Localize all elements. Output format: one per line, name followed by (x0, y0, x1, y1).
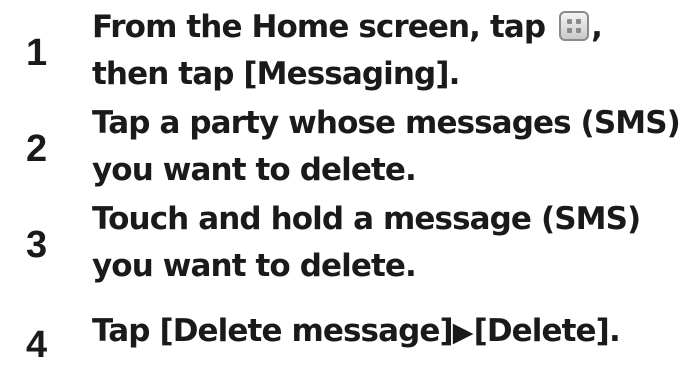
apps-grid-glyph (567, 19, 582, 33)
step-number: 2 (26, 128, 48, 170)
step-line: you want to delete. (92, 248, 417, 284)
right-arrow-icon: ▶ (452, 317, 474, 348)
step-line: Tap a party whose messages (SMS) (92, 105, 681, 141)
step-number: 4 (26, 324, 48, 366)
step-line: then tap [Messaging]. (92, 56, 460, 92)
step-text-part: Tap [Delete message] (92, 313, 454, 349)
step-text: Touch and hold a message (SMS) you want … (92, 196, 678, 290)
instruction-page: 1 From the Home screen, tap , then tap [… (0, 0, 682, 374)
step-number: 1 (26, 32, 48, 74)
step-text-part: [Delete]. (473, 313, 621, 349)
apps-grid-icon (559, 11, 590, 41)
step-text: Tap [Delete message]▶[Delete]. (92, 308, 678, 356)
step-line: you want to delete. (92, 152, 417, 188)
step-text: From the Home screen, tap , then tap [Me… (92, 4, 678, 98)
step-text-part: From the Home screen, tap (92, 9, 556, 45)
step-text-part: , (591, 9, 603, 45)
step-line: From the Home screen, tap , (92, 4, 678, 51)
step-text: Tap a party whose messages (SMS) you wan… (92, 100, 681, 194)
step-line: Touch and hold a message (SMS) (92, 201, 641, 237)
step-line: Tap [Delete message]▶[Delete]. (92, 308, 678, 356)
step-number: 3 (26, 224, 48, 266)
